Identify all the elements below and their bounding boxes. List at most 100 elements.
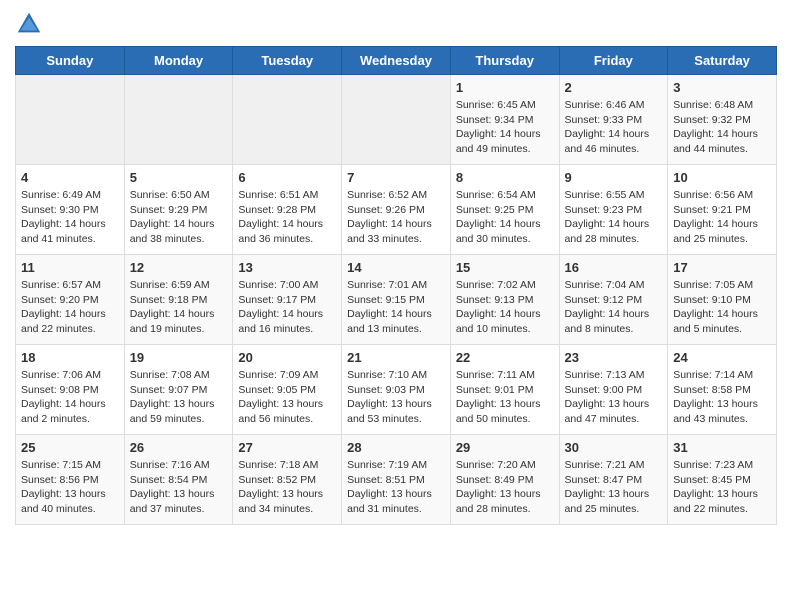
- day-number: 14: [347, 260, 445, 275]
- day-number: 16: [565, 260, 663, 275]
- day-number: 23: [565, 350, 663, 365]
- header-day: Friday: [559, 47, 668, 75]
- calendar-cell: 6Sunrise: 6:51 AM Sunset: 9:28 PM Daylig…: [233, 165, 342, 255]
- day-info: Sunrise: 7:14 AM Sunset: 8:58 PM Dayligh…: [673, 368, 771, 427]
- day-info: Sunrise: 6:52 AM Sunset: 9:26 PM Dayligh…: [347, 188, 445, 247]
- calendar-cell: 21 Sunrise: 7:10 AM Sunset: 9:03 PM Dayli…: [342, 345, 451, 435]
- day-number: 22: [456, 350, 554, 365]
- calendar-cell: 3 Sunrise: 6:48 AM Sunset: 9:32 PM Daylig…: [668, 75, 777, 165]
- page-header: [15, 10, 777, 38]
- day-info: Sunrise: 7:16 AM Sunset: 8:54 PM Dayligh…: [130, 458, 228, 517]
- calendar-cell: 25 Sunrise: 7:15 AM Sunset: 8:56 PM Dayli…: [16, 435, 125, 525]
- calendar-header: SundayMondayTuesdayWednesdayThursdayFrid…: [16, 47, 777, 75]
- calendar-cell: [342, 75, 451, 165]
- day-number: 1: [456, 80, 554, 95]
- day-info: Sunrise: 7:00 AM Sunset: 9:17 PM Dayligh…: [238, 278, 336, 337]
- day-number: 19: [130, 350, 228, 365]
- calendar-cell: 18 Sunrise: 7:06 AM Sunset: 9:08 PM Dayli…: [16, 345, 125, 435]
- calendar-week-row: 11Sunrise: 6:57 AM Sunset: 9:20 PM Dayli…: [16, 255, 777, 345]
- calendar-cell: 14 Sunrise: 7:01 AM Sunset: 9:15 PM Dayli…: [342, 255, 451, 345]
- calendar-week-row: 25 Sunrise: 7:15 AM Sunset: 8:56 PM Dayli…: [16, 435, 777, 525]
- day-number: 2: [565, 80, 663, 95]
- calendar-week-row: 1 Sunrise: 6:45 AM Sunset: 9:34 PM Daylig…: [16, 75, 777, 165]
- day-info: Sunrise: 6:49 AM Sunset: 9:30 PM Dayligh…: [21, 188, 119, 247]
- calendar-week-row: 4Sunrise: 6:49 AM Sunset: 9:30 PM Daylig…: [16, 165, 777, 255]
- day-info: Sunrise: 7:18 AM Sunset: 8:52 PM Dayligh…: [238, 458, 336, 517]
- day-info: Sunrise: 6:54 AM Sunset: 9:25 PM Dayligh…: [456, 188, 554, 247]
- day-info: Sunrise: 7:19 AM Sunset: 8:51 PM Dayligh…: [347, 458, 445, 517]
- day-number: 26: [130, 440, 228, 455]
- calendar-cell: 30Sunrise: 7:21 AM Sunset: 8:47 PM Dayli…: [559, 435, 668, 525]
- calendar-cell: 9 Sunrise: 6:55 AM Sunset: 9:23 PM Daylig…: [559, 165, 668, 255]
- calendar-cell: [124, 75, 233, 165]
- day-number: 21: [347, 350, 445, 365]
- day-info: Sunrise: 7:01 AM Sunset: 9:15 PM Dayligh…: [347, 278, 445, 337]
- day-number: 7: [347, 170, 445, 185]
- calendar-cell: 8 Sunrise: 6:54 AM Sunset: 9:25 PM Daylig…: [450, 165, 559, 255]
- calendar-cell: 26 Sunrise: 7:16 AM Sunset: 8:54 PM Dayli…: [124, 435, 233, 525]
- calendar-cell: 5 Sunrise: 6:50 AM Sunset: 9:29 PM Daylig…: [124, 165, 233, 255]
- day-number: 8: [456, 170, 554, 185]
- day-number: 30: [565, 440, 663, 455]
- calendar-cell: 23Sunrise: 7:13 AM Sunset: 9:00 PM Dayli…: [559, 345, 668, 435]
- day-number: 6: [238, 170, 336, 185]
- day-info: Sunrise: 7:20 AM Sunset: 8:49 PM Dayligh…: [456, 458, 554, 517]
- day-number: 12: [130, 260, 228, 275]
- day-number: 31: [673, 440, 771, 455]
- calendar-cell: 31 Sunrise: 7:23 AM Sunset: 8:45 PM Dayli…: [668, 435, 777, 525]
- calendar-cell: 7 Sunrise: 6:52 AM Sunset: 9:26 PM Daylig…: [342, 165, 451, 255]
- day-number: 15: [456, 260, 554, 275]
- calendar-cell: 4Sunrise: 6:49 AM Sunset: 9:30 PM Daylig…: [16, 165, 125, 255]
- logo: [15, 10, 47, 38]
- day-number: 24: [673, 350, 771, 365]
- day-number: 3: [673, 80, 771, 95]
- calendar-cell: 17 Sunrise: 7:05 AM Sunset: 9:10 PM Dayli…: [668, 255, 777, 345]
- day-info: Sunrise: 6:55 AM Sunset: 9:23 PM Dayligh…: [565, 188, 663, 247]
- calendar-table: SundayMondayTuesdayWednesdayThursdayFrid…: [15, 46, 777, 525]
- calendar-cell: 10 Sunrise: 6:56 AM Sunset: 9:21 PM Dayli…: [668, 165, 777, 255]
- day-number: 5: [130, 170, 228, 185]
- calendar-cell: 22 Sunrise: 7:11 AM Sunset: 9:01 PM Dayli…: [450, 345, 559, 435]
- logo-icon: [15, 10, 43, 38]
- day-info: Sunrise: 7:05 AM Sunset: 9:10 PM Dayligh…: [673, 278, 771, 337]
- day-info: Sunrise: 7:04 AM Sunset: 9:12 PM Dayligh…: [565, 278, 663, 337]
- calendar-cell: 19 Sunrise: 7:08 AM Sunset: 9:07 PM Dayli…: [124, 345, 233, 435]
- header-day: Sunday: [16, 47, 125, 75]
- day-number: 18: [21, 350, 119, 365]
- day-number: 27: [238, 440, 336, 455]
- day-number: 25: [21, 440, 119, 455]
- day-info: Sunrise: 7:10 AM Sunset: 9:03 PM Dayligh…: [347, 368, 445, 427]
- day-info: Sunrise: 6:48 AM Sunset: 9:32 PM Dayligh…: [673, 98, 771, 157]
- day-info: Sunrise: 6:45 AM Sunset: 9:34 PM Dayligh…: [456, 98, 554, 157]
- calendar-cell: 29Sunrise: 7:20 AM Sunset: 8:49 PM Dayli…: [450, 435, 559, 525]
- calendar-cell: 24 Sunrise: 7:14 AM Sunset: 8:58 PM Dayli…: [668, 345, 777, 435]
- header-day: Wednesday: [342, 47, 451, 75]
- day-number: 13: [238, 260, 336, 275]
- day-info: Sunrise: 7:15 AM Sunset: 8:56 PM Dayligh…: [21, 458, 119, 517]
- day-info: Sunrise: 6:59 AM Sunset: 9:18 PM Dayligh…: [130, 278, 228, 337]
- day-info: Sunrise: 7:08 AM Sunset: 9:07 PM Dayligh…: [130, 368, 228, 427]
- header-day: Monday: [124, 47, 233, 75]
- calendar-cell: 12 Sunrise: 6:59 AM Sunset: 9:18 PM Dayli…: [124, 255, 233, 345]
- day-number: 10: [673, 170, 771, 185]
- header-row: SundayMondayTuesdayWednesdayThursdayFrid…: [16, 47, 777, 75]
- day-info: Sunrise: 7:06 AM Sunset: 9:08 PM Dayligh…: [21, 368, 119, 427]
- calendar-cell: [233, 75, 342, 165]
- calendar-cell: 27 Sunrise: 7:18 AM Sunset: 8:52 PM Dayli…: [233, 435, 342, 525]
- day-info: Sunrise: 6:57 AM Sunset: 9:20 PM Dayligh…: [21, 278, 119, 337]
- day-number: 17: [673, 260, 771, 275]
- day-number: 28: [347, 440, 445, 455]
- calendar-body: 1 Sunrise: 6:45 AM Sunset: 9:34 PM Daylig…: [16, 75, 777, 525]
- day-info: Sunrise: 7:02 AM Sunset: 9:13 PM Dayligh…: [456, 278, 554, 337]
- calendar-cell: 15 Sunrise: 7:02 AM Sunset: 9:13 PM Dayli…: [450, 255, 559, 345]
- day-info: Sunrise: 6:56 AM Sunset: 9:21 PM Dayligh…: [673, 188, 771, 247]
- day-info: Sunrise: 6:50 AM Sunset: 9:29 PM Dayligh…: [130, 188, 228, 247]
- calendar-cell: 13 Sunrise: 7:00 AM Sunset: 9:17 PM Dayli…: [233, 255, 342, 345]
- header-day: Saturday: [668, 47, 777, 75]
- day-number: 9: [565, 170, 663, 185]
- calendar-cell: 28 Sunrise: 7:19 AM Sunset: 8:51 PM Dayli…: [342, 435, 451, 525]
- day-info: Sunrise: 7:11 AM Sunset: 9:01 PM Dayligh…: [456, 368, 554, 427]
- day-info: Sunrise: 7:23 AM Sunset: 8:45 PM Dayligh…: [673, 458, 771, 517]
- calendar-cell: 20Sunrise: 7:09 AM Sunset: 9:05 PM Dayli…: [233, 345, 342, 435]
- header-day: Tuesday: [233, 47, 342, 75]
